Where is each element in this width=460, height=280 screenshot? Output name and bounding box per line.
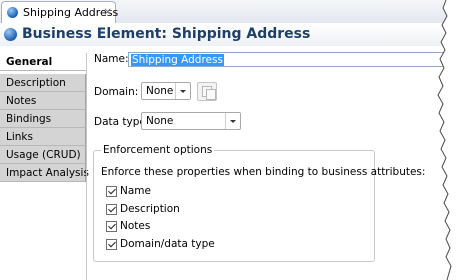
tab-links[interactable]: Links: [0, 128, 86, 146]
datatype-select-value: None: [146, 115, 174, 127]
name-label: Name:: [94, 53, 129, 65]
description-checkbox-label: Description: [120, 203, 180, 215]
content-divider: [86, 53, 87, 280]
editor-tab-bar: Shipping Address ⨯: [0, 0, 460, 24]
business-element-icon: [7, 7, 18, 18]
torn-edge: [437, 0, 460, 280]
enforcement-description: Enforce these properties when binding to…: [101, 166, 426, 178]
browse-domain-button[interactable]: [197, 82, 217, 101]
tab-usage-crud[interactable]: Usage (CRUD): [0, 146, 86, 164]
domain-label: Domain:: [94, 86, 139, 98]
close-icon[interactable]: ⨯: [103, 5, 112, 18]
name-input-value: Shipping Address: [131, 54, 224, 66]
name-input[interactable]: Shipping Address: [128, 52, 460, 67]
name-checkbox[interactable]: [106, 186, 117, 197]
page-title: Business Element: Shipping Address: [22, 26, 311, 42]
tab-impact-analysis[interactable]: Impact Analysis: [0, 164, 89, 182]
tab-notes[interactable]: Notes: [0, 92, 86, 110]
tab-description[interactable]: Description: [0, 74, 86, 92]
tab-bindings[interactable]: Bindings: [0, 110, 86, 128]
description-checkbox[interactable]: [106, 204, 117, 215]
tab-general[interactable]: General: [0, 53, 86, 71]
domain-datatype-checkbox-label: Domain/data type: [120, 238, 215, 250]
enforcement-options-title: Enforcement options: [101, 144, 215, 156]
chevron-down-icon[interactable]: [175, 83, 190, 99]
chevron-down-icon[interactable]: [225, 113, 240, 129]
domain-select[interactable]: None: [141, 82, 191, 100]
domain-datatype-checkbox[interactable]: [106, 239, 117, 250]
datatype-select[interactable]: None: [141, 112, 241, 130]
notes-checkbox-label: Notes: [120, 220, 151, 232]
editor-tab-shipping-address[interactable]: Shipping Address ⨯: [1, 1, 118, 23]
business-element-icon: [4, 28, 17, 41]
domain-select-value: None: [146, 85, 174, 97]
section-tabs: General Description Notes Bindings Links…: [0, 53, 89, 193]
editor-header: Business Element: Shipping Address: [0, 23, 460, 46]
notes-checkbox[interactable]: [106, 221, 117, 232]
name-checkbox-label: Name: [120, 185, 151, 197]
